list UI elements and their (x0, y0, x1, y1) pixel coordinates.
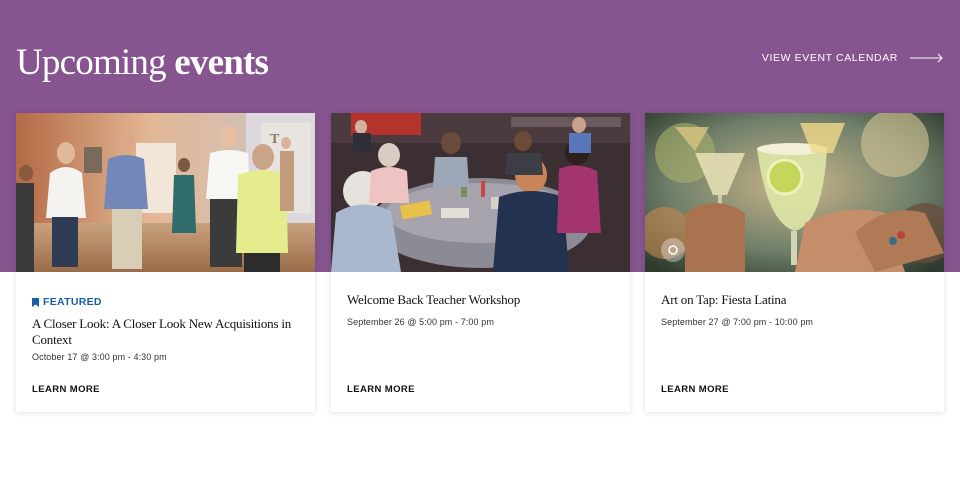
event-card[interactable]: Art on Tap: Fiesta Latina September 27 @… (645, 113, 944, 412)
page-title: Upcoming events (16, 40, 269, 86)
view-event-calendar-link[interactable]: VIEW EVENT CALENDAR (762, 52, 944, 64)
learn-more-link[interactable]: LEARN MORE (661, 384, 729, 395)
event-date: October 17 @ 3:00 pm - 4:30 pm (32, 352, 167, 362)
arrow-right-icon (910, 53, 943, 63)
event-image-gallery-tour[interactable]: T (16, 113, 315, 272)
event-date: September 27 @ 7:00 pm - 10:00 pm (661, 317, 814, 327)
featured-badge: FEATURED (32, 296, 102, 308)
view-event-calendar-label: VIEW EVENT CALENDAR (761, 52, 898, 64)
featured-badge-label: FEATURED (43, 296, 102, 308)
event-title[interactable]: Art on Tap: Fiesta Latina (661, 292, 928, 308)
event-title[interactable]: Welcome Back Teacher Workshop (347, 292, 614, 308)
page-title-bold: events (174, 42, 269, 83)
event-date: September 26 @ 5:00 pm - 7:00 pm (347, 317, 494, 327)
bookmark-icon (32, 297, 39, 307)
page-title-light: Upcoming (16, 42, 175, 83)
learn-more-link[interactable]: LEARN MORE (347, 384, 415, 395)
svg-text:T: T (270, 132, 280, 147)
event-image-workshop[interactable] (331, 113, 630, 272)
event-image-cocktails[interactable] (645, 113, 944, 272)
learn-more-link[interactable]: LEARN MORE (32, 384, 100, 395)
event-card[interactable]: Welcome Back Teacher Workshop September … (331, 113, 630, 412)
event-title[interactable]: A Closer Look: A Closer Look New Acquisi… (32, 316, 299, 348)
event-card[interactable]: T FEATURED A Closer Look: A Closer Look … (16, 113, 315, 412)
